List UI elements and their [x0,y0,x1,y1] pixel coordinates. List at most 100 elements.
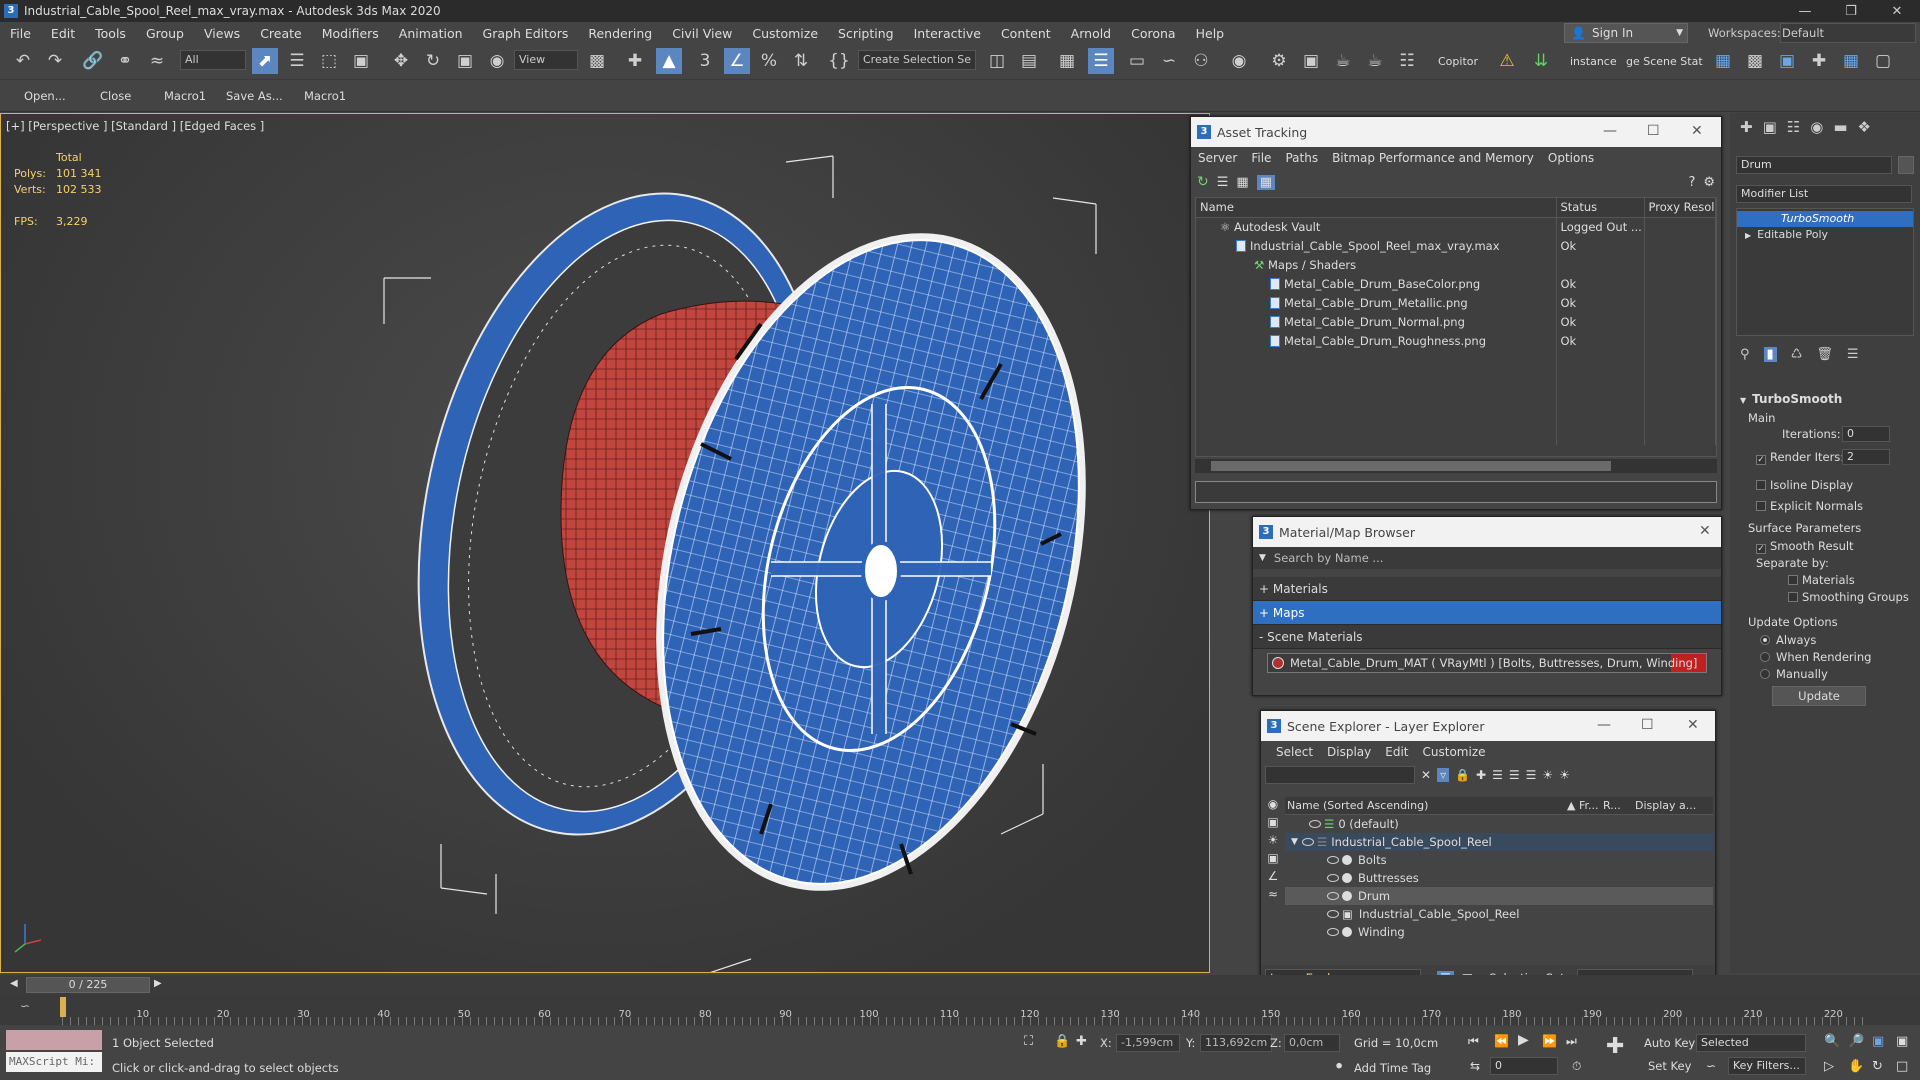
schematic-view-icon[interactable]: ⚇ [1188,48,1214,74]
material-search-input[interactable]: Search by Name ... [1274,551,1383,565]
default-tangent-icon[interactable]: ∽ [1706,1059,1716,1073]
highlight-icon[interactable]: ☀ [1542,768,1553,782]
display-geometry-icon[interactable]: ▣ [1267,815,1278,829]
menu-edit[interactable]: Edit [41,26,85,41]
perspective-viewport[interactable] [0,113,1210,975]
key-mode-icon[interactable]: ⇆ [1470,1059,1480,1073]
hierarchy-tab-icon[interactable]: ☷ [1787,118,1800,136]
render-iters-row[interactable]: ✓ Render Iters: [1756,450,1844,465]
minimize-icon[interactable]: — [1603,123,1617,139]
smoothing-groups-checkbox[interactable] [1788,592,1798,602]
table-row[interactable]: Metal_Cable_Drum_Normal.png Ok [1196,312,1716,331]
zoom-extents-all-icon[interactable]: ▣ [1896,1034,1908,1049]
rendered-frame-window-icon[interactable]: ▣ [1298,48,1324,74]
go-to-start-icon[interactable]: ⏮ [1468,1034,1479,1049]
explicit-normals-row[interactable]: Explicit Normals [1756,499,1863,513]
update-button[interactable]: Update [1772,686,1866,706]
material-editor-icon[interactable]: ◉ [1226,48,1252,74]
se-menu-select[interactable]: Select [1269,745,1320,759]
edit-named-sets-icon[interactable]: {} [826,48,852,74]
layer-row[interactable]: ☰ 0 (default) [1285,815,1713,833]
collapse-icon[interactable]: ▼ [1740,396,1746,405]
select-manipulate-icon[interactable]: ✚ [622,48,648,74]
selection-lock-icon[interactable]: 🔒 [1054,1034,1070,1049]
stack-item-turbosmooth[interactable]: TurboSmooth [1737,211,1913,227]
chevrons-down-icon[interactable]: ⇊ [1528,48,1554,74]
open-macro[interactable]: Open... [24,89,66,103]
at-menu-file[interactable]: File [1244,151,1278,165]
menu-interactive[interactable]: Interactive [904,26,991,41]
scene-explorer-titlebar[interactable]: 3 Scene Explorer - Layer Explorer — ☐ ✕ [1261,711,1715,741]
smooth-result-row[interactable]: ✓ Smooth Result [1756,539,1854,554]
object-name-field[interactable]: Drum [1736,156,1892,174]
turbosmooth-rollout-header[interactable]: ▼ TurboSmooth [1740,392,1916,410]
window-crossing-icon[interactable]: ▣ [348,48,374,74]
menu-views[interactable]: Views [194,26,250,41]
se-menu-display[interactable]: Display [1320,745,1378,759]
close-icon[interactable]: ✕ [1691,123,1703,139]
toggle-scene-explorer-icon[interactable]: ▦ [1054,48,1080,74]
material-search-bar[interactable]: ▼ Search by Name ... [1253,547,1721,569]
maps-section[interactable]: + Maps [1253,601,1721,625]
expand-icon[interactable]: ▼ [1291,837,1298,847]
layout-4-icon[interactable]: ✚ [1806,48,1832,74]
layer-row[interactable]: ▼ ☰ Industrial_Cable_Spool_Reel [1285,833,1713,851]
redo-icon[interactable]: ↷ [42,48,68,74]
object-color-swatch[interactable] [1898,156,1914,174]
play-icon[interactable]: ▶ [1518,1032,1529,1048]
viewport-label[interactable]: [+] [Perspective ] [Standard ] [Edged Fa… [6,119,264,133]
horizontal-scrollbar[interactable] [1195,459,1717,473]
keyboard-shortcut-icon[interactable]: ▲ [656,48,682,74]
asset-tracking-titlebar[interactable]: 3 Asset Tracking — ☐ ✕ [1191,117,1721,147]
menu-animation[interactable]: Animation [389,26,473,41]
col-name[interactable]: Name [1196,198,1557,218]
time-slider[interactable]: ◀ 0 / 225 ▶ [0,975,1920,995]
menu-content[interactable]: Content [991,26,1061,41]
move-icon[interactable]: ✥ [388,48,414,74]
smoothing-groups-row[interactable]: Smoothing Groups [1788,590,1909,604]
eye-icon[interactable] [1309,820,1321,828]
go-to-end-icon[interactable]: ⏭ [1566,1034,1577,1049]
copitor-button[interactable]: Copitor [1438,55,1478,68]
material-browser-titlebar[interactable]: 3 Material/Map Browser ✕ [1253,517,1721,547]
sun-icon[interactable]: ☀ [1559,768,1570,782]
close-icon[interactable]: ✕ [1874,4,1920,19]
isoline-row[interactable]: Isoline Display [1756,478,1853,492]
when-rendering-radio[interactable] [1760,652,1770,662]
place-icon[interactable]: ◉ [484,48,510,74]
select-object-icon[interactable]: ⬈ [252,48,278,74]
chevron-down-icon[interactable]: ▼ [1259,553,1266,563]
eye-icon[interactable] [1327,892,1339,900]
maximize-icon[interactable]: ☐ [1647,123,1660,139]
table-row[interactable]: Metal_Cable_Drum_Metallic.png Ok [1196,293,1716,312]
table-row[interactable]: Industrial_Cable_Spool_Reel_max_vray.max… [1196,236,1716,255]
menu-graph-editors[interactable]: Graph Editors [473,26,579,41]
render-shortcut-icon[interactable]: ☷ [1394,48,1420,74]
z-coordinate-field[interactable]: 0,0cm [1284,1034,1340,1052]
show-end-result-icon[interactable]: ▮ [1763,346,1777,362]
table-row[interactable]: ⚛ Autodesk Vault Logged Out ... [1196,217,1716,236]
scene-materials-section[interactable]: - Scene Materials [1253,625,1721,649]
se-menu-customize[interactable]: Customize [1416,745,1493,759]
selection-filter-dropdown[interactable]: All [180,50,246,70]
auto-key-button[interactable]: Auto Key [1644,1036,1695,1050]
maxscript-listener-top[interactable] [6,1030,102,1050]
bind-space-warp-icon[interactable]: ≈ [144,48,170,74]
zoom-all-icon[interactable]: 🔎 [1848,1034,1864,1049]
smooth-result-checkbox[interactable]: ✓ [1756,544,1766,554]
time-tag-icon[interactable]: ⚫ [1334,1059,1344,1073]
add-time-tag-button[interactable]: Add Time Tag [1354,1061,1431,1075]
at-menu-bitmap[interactable]: Bitmap Performance and Memory [1325,151,1541,165]
se-menu-edit[interactable]: Edit [1378,745,1415,759]
at-menu-server[interactable]: Server [1191,151,1244,165]
named-selection-dropdown[interactable]: Create Selection Se [858,50,976,70]
zoom-extents-icon[interactable]: ▣ [1872,1034,1884,1049]
next-frame-icon[interactable]: ▶ [154,978,162,989]
reference-coord-dropdown[interactable]: View [514,50,578,70]
modifier-list-dropdown[interactable]: Modifier List [1736,185,1912,203]
eye-icon[interactable] [1327,928,1339,936]
maxscript-mini-listener[interactable]: MAXScript Mi: [6,1052,102,1072]
help-icon[interactable]: ? [1688,175,1695,190]
table-row[interactable]: Metal_Cable_Drum_Roughness.png Ok [1196,331,1716,350]
graphite-toolbar-icon[interactable]: ▭ [1124,48,1150,74]
